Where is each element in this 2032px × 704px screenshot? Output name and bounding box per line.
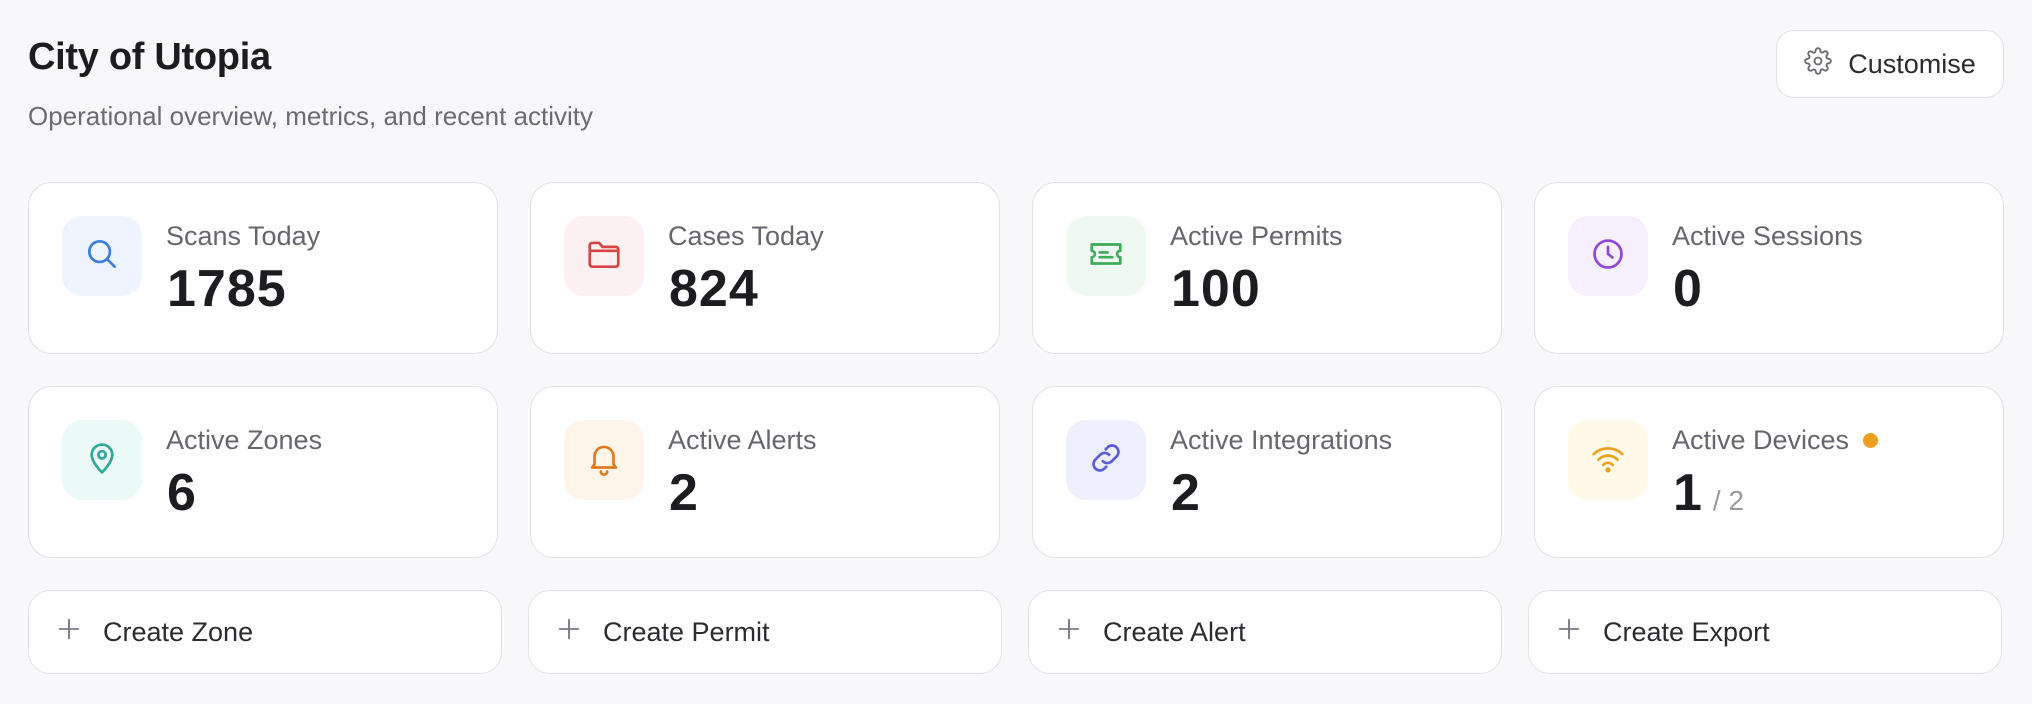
- stat-card-cases-today[interactable]: Cases Today 824: [530, 182, 1000, 354]
- stat-icon-box: [62, 420, 142, 500]
- stat-value-count: 1: [1673, 464, 1703, 522]
- stat-value: 6: [167, 464, 197, 522]
- page-subtitle: Operational overview, metrics, and recen…: [28, 101, 594, 131]
- folder-icon: [585, 235, 623, 278]
- map-pin-icon: [83, 439, 121, 482]
- stat-card-active-permits[interactable]: Active Permits 100: [1032, 182, 1502, 354]
- stat-icon-box: [62, 216, 142, 296]
- search-icon: [83, 235, 121, 278]
- stat-label-text: Active Devices: [1672, 425, 1850, 455]
- stat-icon-box: [564, 420, 644, 500]
- stat-card-active-devices[interactable]: Active Devices 1 / 2: [1534, 386, 2004, 558]
- stat-label: Active Permits: [1170, 221, 1343, 251]
- stat-card-active-alerts[interactable]: Active Alerts 2: [530, 386, 1000, 558]
- status-dot: [1863, 433, 1879, 448]
- stat-card-active-zones[interactable]: Active Zones 6: [28, 386, 498, 558]
- stat-label: Active Alerts: [668, 425, 817, 455]
- wifi-icon: [1589, 439, 1627, 482]
- stat-value: 824: [669, 260, 759, 318]
- stat-value: 0: [1673, 260, 1703, 318]
- bell-icon: [585, 439, 623, 482]
- plus-icon: [555, 615, 583, 650]
- stat-label: Active Devices: [1672, 425, 1879, 456]
- customise-label: Customise: [1848, 48, 1976, 79]
- plus-icon: [55, 615, 83, 650]
- stat-icon-box: [1568, 216, 1648, 296]
- stat-value: 2: [669, 464, 699, 522]
- gear-icon: [1804, 46, 1832, 82]
- customise-button[interactable]: Customise: [1776, 30, 2004, 98]
- stat-card-active-sessions[interactable]: Active Sessions 0: [1534, 182, 2004, 354]
- stat-card-active-integrations[interactable]: Active Integrations 2: [1032, 386, 1502, 558]
- stat-card-scans-today[interactable]: Scans Today 1785: [28, 182, 498, 354]
- stat-icon-box: [564, 216, 644, 296]
- stat-icon-box: [1568, 420, 1648, 500]
- action-label: Create Alert: [1103, 616, 1246, 647]
- page-header: City of Utopia Operational overview, met…: [28, 36, 593, 132]
- link-icon: [1087, 439, 1125, 482]
- create-export-button[interactable]: Create Export: [1528, 590, 2002, 674]
- stat-label: Scans Today: [166, 221, 321, 251]
- stat-label: Active Zones: [166, 425, 323, 455]
- stat-icon-box: [1066, 216, 1146, 296]
- create-permit-button[interactable]: Create Permit: [528, 590, 1002, 674]
- stat-label: Cases Today: [668, 221, 824, 251]
- action-label: Create Permit: [603, 616, 770, 647]
- action-label: Create Zone: [103, 616, 254, 647]
- create-zone-button[interactable]: Create Zone: [28, 590, 502, 674]
- stat-value: 100: [1171, 260, 1261, 318]
- stat-value: 1 / 2: [1673, 463, 1744, 523]
- clock-icon: [1589, 235, 1627, 278]
- stat-value: 2: [1171, 464, 1201, 522]
- plus-icon: [1555, 615, 1583, 650]
- stats-grid: Scans Today 1785 Cases Today 824 Active …: [28, 182, 2004, 558]
- stat-value: 1785: [167, 260, 287, 318]
- page-title: City of Utopia: [28, 36, 271, 78]
- stat-label: Active Sessions: [1672, 221, 1863, 251]
- action-label: Create Export: [1603, 616, 1770, 647]
- plus-icon: [1055, 615, 1083, 650]
- stat-value-total: / 2: [1712, 485, 1745, 516]
- quick-actions: Create Zone Create Permit Create Alert C…: [28, 590, 2004, 674]
- ticket-icon: [1087, 235, 1125, 278]
- create-alert-button[interactable]: Create Alert: [1028, 590, 1502, 674]
- stat-icon-box: [1066, 420, 1146, 500]
- stat-label: Active Integrations: [1170, 425, 1393, 455]
